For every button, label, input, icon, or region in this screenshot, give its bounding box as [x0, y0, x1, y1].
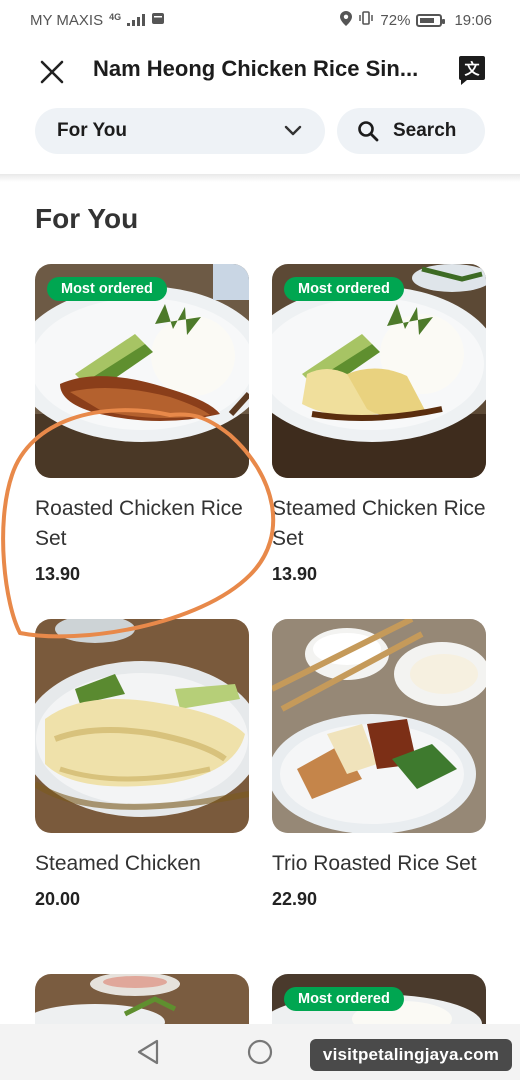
menu-item-image: Most ordered [272, 974, 486, 1024]
category-dropdown[interactable]: For You [35, 108, 325, 154]
vibrate-icon [358, 11, 374, 29]
menu-item-price: 22.90 [272, 889, 318, 909]
svg-text:文: 文 [464, 60, 480, 78]
most-ordered-badge: Most ordered [284, 987, 404, 1011]
menu-item-card[interactable]: Most ordered Steamed Chicken Rice Set 13… [272, 264, 486, 585]
menu-item-card[interactable]: Trio Roasted Rice Set 22.90 [272, 619, 486, 910]
category-dropdown-label: For You [57, 120, 128, 141]
search-icon [358, 121, 379, 142]
status-right: 72% 19:06 [340, 10, 492, 30]
menu-item-card[interactable] [35, 974, 249, 1024]
app-header: Nam Heong Chicken Rice Sin... 文 [0, 44, 520, 100]
menu-item-name: Roasted Chicken Rice Set [35, 497, 243, 550]
most-ordered-badge: Most ordered [284, 277, 404, 301]
menu-item-card[interactable]: Most ordered [272, 974, 486, 1024]
menu-item-image: Most ordered [272, 264, 486, 478]
page-title: Nam Heong Chicken Rice Sin... [93, 56, 419, 81]
close-button[interactable] [34, 54, 70, 90]
battery-percent: 72% [380, 11, 411, 29]
menu-item-price: 13.90 [272, 564, 318, 584]
back-triangle-icon [137, 1039, 159, 1065]
calendar-icon [151, 11, 165, 29]
location-icon [340, 10, 353, 30]
search-button-label: Search [393, 120, 457, 141]
translate-icon: 文 [459, 56, 485, 85]
signal-icon [127, 14, 146, 26]
menu-item-name: Trio Roasted Rice Set [272, 852, 477, 875]
menu-item-name: Steamed Chicken Rice Set [272, 497, 486, 550]
header-divider [0, 174, 520, 182]
carrier-label: MY MAXIS [30, 11, 104, 29]
menu-item-image: Most ordered [35, 264, 249, 478]
home-circle-icon [247, 1039, 273, 1065]
filter-row: For You Search [0, 108, 520, 158]
back-button[interactable] [136, 1039, 160, 1070]
menu-item-image [35, 619, 249, 833]
watermark: visitpetalingjaya.com [310, 1039, 512, 1071]
status-left: MY MAXIS 4G [30, 11, 165, 29]
clock: 19:06 [454, 11, 492, 29]
translate-button[interactable]: 文 [455, 52, 489, 86]
section-title: For You [35, 203, 139, 234]
home-button[interactable] [247, 1039, 273, 1070]
menu-item-name: Steamed Chicken [35, 852, 201, 875]
most-ordered-badge: Most ordered [47, 277, 167, 301]
menu-item-card[interactable]: Steamed Chicken 20.00 [35, 619, 249, 910]
close-icon [40, 60, 64, 84]
menu-item-card[interactable]: Most ordered Roasted Chicken Rice Set 13… [35, 264, 249, 585]
battery-icon [416, 13, 446, 27]
menu-item-image [272, 619, 486, 833]
menu-item-price: 13.90 [35, 564, 81, 584]
menu-item-image [35, 974, 249, 1024]
network-label: 4G [109, 12, 122, 22]
search-button[interactable]: Search [337, 108, 485, 154]
status-bar: MY MAXIS 4G 72% 19:06 [0, 0, 520, 40]
chevron-down-icon [284, 125, 302, 136]
menu-item-price: 20.00 [35, 889, 81, 909]
